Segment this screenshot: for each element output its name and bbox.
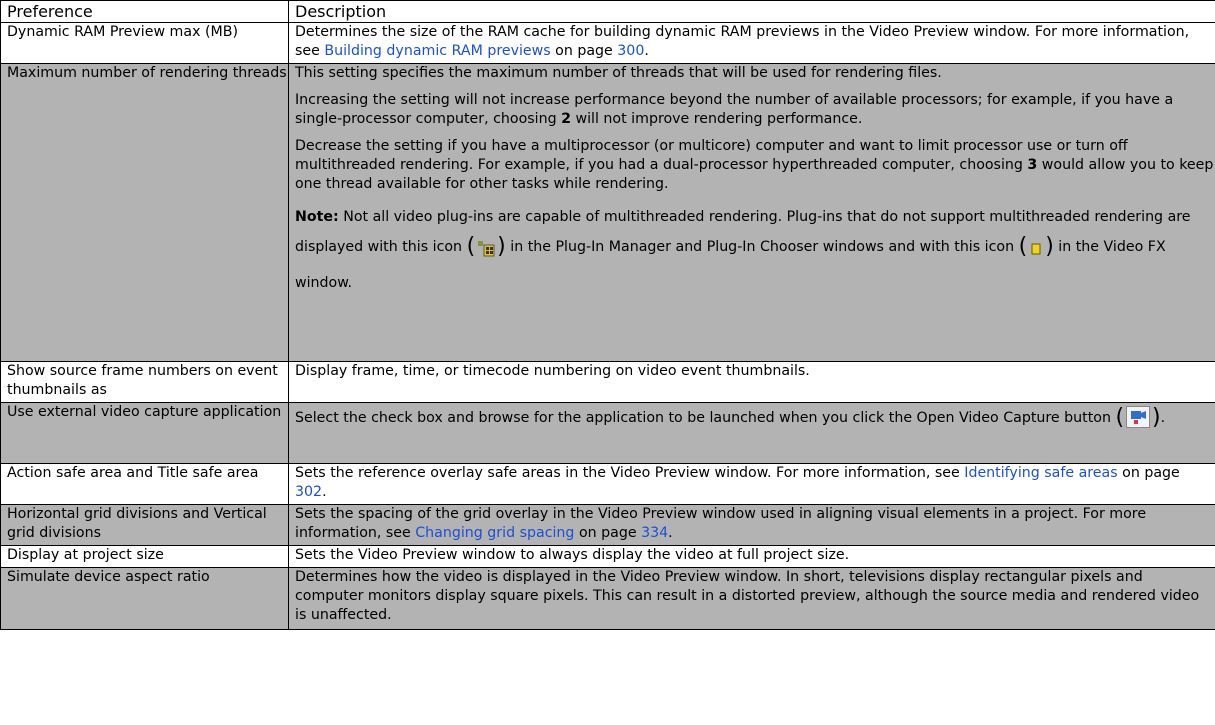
preference-description: This setting specifies the maximum numbe… [288,63,1215,362]
preference-name: Horizontal grid divisions and Vertical g… [0,504,289,546]
paragraph: Increasing the setting will not increase… [295,92,1174,127]
preference-name: Maximum number of rendering threads [0,63,289,362]
table-row: Maximum number of rendering threads This… [0,63,1215,362]
preference-header: Preference [0,0,289,23]
page-link[interactable]: 302 [295,484,322,500]
table-row: Action safe area and Title safe area Set… [0,463,1215,505]
paragraph: Decrease the setting if you have a multi… [295,138,1214,192]
identifying-safe-areas-link[interactable]: Identifying safe areas [964,465,1117,481]
preference-name: Action safe area and Title safe area [0,463,289,505]
table-row: Display at project size Sets the Video P… [0,545,1215,568]
preference-name: Use external video capture application [0,402,289,464]
table-row: Dynamic RAM Preview max (MB) Determines … [0,22,1215,64]
preference-name: Simulate device aspect ratio [0,567,289,630]
preference-description: Sets the reference overlay safe areas in… [288,463,1215,505]
note-paragraph: Note: Not all video plug-ins are capable… [295,209,1191,291]
description-header: Description [288,0,1215,23]
preference-name: Display at project size [0,545,289,568]
preference-description: Sets the Video Preview window to always … [288,545,1215,568]
preference-description: Determines how the video is displayed in… [288,567,1215,630]
preference-name: Show source frame numbers on event thumb… [0,361,289,403]
table-row: Use external video capture application S… [0,402,1215,464]
preference-description: Display frame, time, or timecode numberi… [288,361,1215,403]
table-row: Horizontal grid divisions and Vertical g… [0,504,1215,546]
preferences-table: Preference Description Dynamic RAM Previ… [0,0,1215,630]
table-row: Simulate device aspect ratio Determines … [0,567,1215,630]
plugin-manager-icon [477,238,495,268]
open-video-capture-icon [1126,406,1151,439]
preference-description: Select the check box and browse for the … [288,402,1215,464]
page-link[interactable]: 334 [641,525,668,541]
table-row: Show source frame numbers on event thumb… [0,361,1215,403]
changing-grid-spacing-link[interactable]: Changing grid spacing [415,525,574,541]
preference-description: Determines the size of the RAM cache for… [288,22,1215,64]
video-fx-plugin-icon [1029,238,1043,268]
preference-description: Sets the spacing of the grid overlay in … [288,504,1215,546]
preference-name: Dynamic RAM Preview max (MB) [0,22,289,64]
header-row: Preference Description [0,0,1215,23]
page-link[interactable]: 300 [617,43,644,59]
paragraph: This setting specifies the maximum numbe… [295,65,942,81]
building-ram-previews-link[interactable]: Building dynamic RAM previews [324,43,550,59]
